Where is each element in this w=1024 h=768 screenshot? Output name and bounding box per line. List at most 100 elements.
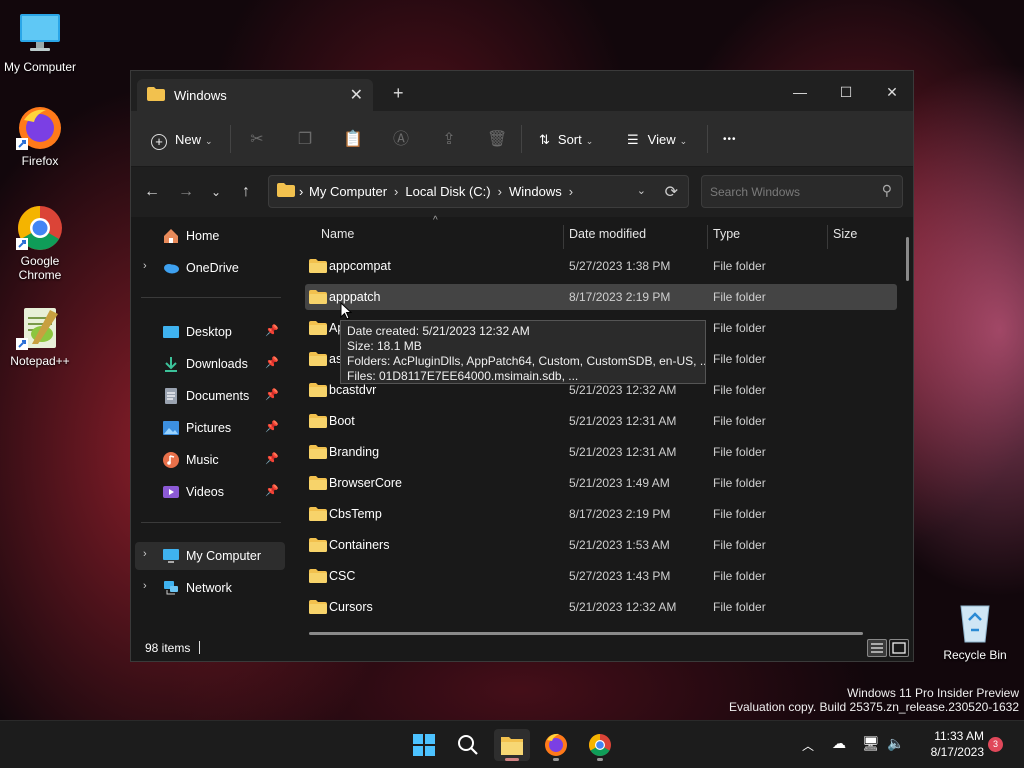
chrome-taskbar-button[interactable] <box>582 729 618 761</box>
sidebar-item-onedrive[interactable]: › OneDrive <box>135 254 285 282</box>
search-box[interactable]: ⚲ <box>701 175 903 208</box>
network-status-icon[interactable]: 🖥 <box>862 735 880 752</box>
tab-close-button[interactable]: ✕ <box>350 85 363 105</box>
share-icon[interactable]: ⇪ <box>439 130 459 150</box>
sidebar-item-home[interactable]: Home <box>135 222 285 250</box>
onedrive-offline-icon[interactable]: ☁ <box>832 735 846 752</box>
breadcrumb-chevron-icon[interactable]: › <box>299 184 303 199</box>
title-bar[interactable]: Windows ✕ + — ☐ ✕ <box>131 71 913 111</box>
breadcrumb-windows[interactable]: Windows <box>509 184 562 199</box>
file-type: File folder <box>713 476 766 490</box>
column-header-date-modified[interactable]: Date modified <box>569 227 646 241</box>
item-count: 98 items <box>145 641 191 655</box>
view-button[interactable]: ☰ View ⌄ <box>627 129 687 151</box>
breadcrumb-chevron-icon[interactable]: › <box>498 184 502 199</box>
tiles-view-icon[interactable] <box>889 639 909 657</box>
expand-chevron-icon[interactable]: › <box>143 548 147 560</box>
sidebar-item-label: Desktop <box>186 325 232 339</box>
minimize-button[interactable]: — <box>777 77 823 107</box>
file-row[interactable]: Cursors 5/21/2023 12:32 AM File folder <box>305 594 897 620</box>
column-divider[interactable] <box>563 225 564 249</box>
recent-locations-chevron-icon[interactable]: ⌄ <box>205 181 227 203</box>
file-date-modified: 5/21/2023 1:49 AM <box>569 476 670 490</box>
expand-chevron-icon[interactable]: › <box>143 260 147 272</box>
status-divider <box>199 641 200 654</box>
sidebar-item-music[interactable]: Music 📌 <box>135 446 285 474</box>
column-header-size[interactable]: Size <box>833 227 857 241</box>
pin-icon: 📌 <box>265 453 279 465</box>
search-icon[interactable]: ⚲ <box>882 182 892 199</box>
sidebar-item-my-computer[interactable]: › My Computer <box>135 542 285 570</box>
column-header-type[interactable]: Type <box>713 227 740 241</box>
column-header-name[interactable]: Name <box>321 227 354 241</box>
file-row[interactable]: Containers 5/21/2023 1:53 AM File folder <box>305 532 897 558</box>
document-icon <box>163 388 179 404</box>
refresh-icon[interactable]: ⟳ <box>665 182 678 202</box>
forward-arrow-icon[interactable]: → <box>175 181 197 203</box>
close-button[interactable]: ✕ <box>869 77 915 107</box>
column-divider[interactable] <box>707 225 708 249</box>
desktop-icon-recycle-bin[interactable]: Recycle Bin <box>935 598 1015 662</box>
start-button[interactable] <box>406 729 442 761</box>
desktop-icon-firefox[interactable]: Firefox <box>0 104 80 168</box>
file-name: Cursors <box>329 600 373 614</box>
file-row[interactable]: CSC 5/27/2023 1:43 PM File folder <box>305 563 897 589</box>
file-row[interactable]: appcompat 5/27/2023 1:38 PM File folder <box>305 253 897 279</box>
desktop-icon-notepadpp[interactable]: Notepad++ <box>0 304 80 368</box>
sidebar-item-network[interactable]: › Network <box>135 574 285 602</box>
sidebar-item-documents[interactable]: Documents 📌 <box>135 382 285 410</box>
search-taskbar-button[interactable] <box>450 729 486 761</box>
maximize-button[interactable]: ☐ <box>823 77 869 107</box>
address-dropdown-chevron-icon[interactable]: ⌄ <box>637 184 646 197</box>
breadcrumb-chevron-icon[interactable]: › <box>569 184 573 199</box>
sidebar-item-pictures[interactable]: Pictures 📌 <box>135 414 285 442</box>
sidebar-item-videos[interactable]: Videos 📌 <box>135 478 285 506</box>
file-date-modified: 5/27/2023 1:43 PM <box>569 569 671 583</box>
breadcrumb-my-computer[interactable]: My Computer <box>309 184 387 199</box>
folder-icon <box>147 87 165 104</box>
details-view-icon[interactable] <box>867 639 887 657</box>
watermark-line: Evaluation copy. Build 25375.zn_release.… <box>729 700 1019 714</box>
back-arrow-icon[interactable]: ← <box>141 181 163 203</box>
more-options-button[interactable]: ••• <box>723 129 737 151</box>
copy-icon[interactable]: ❐ <box>295 130 315 150</box>
file-row[interactable]: CbsTemp 8/17/2023 2:19 PM File folder <box>305 501 897 527</box>
folder-icon <box>309 352 327 369</box>
desktop-icon-my-computer[interactable]: My Computer <box>0 10 80 74</box>
new-tab-button[interactable]: + <box>393 83 404 104</box>
up-arrow-icon[interactable]: ↑ <box>235 181 257 203</box>
paste-icon[interactable]: 📋 <box>343 130 363 150</box>
address-bar[interactable]: › My Computer › Local Disk (C:) › Windows › ⌄… <box>268 175 689 208</box>
show-hidden-icons-chevron-icon[interactable]: ︿ <box>802 737 814 754</box>
file-row[interactable]: Boot 5/21/2023 12:31 AM File folder <box>305 408 897 434</box>
file-explorer-taskbar-button[interactable] <box>494 729 530 761</box>
file-row[interactable]: Branding 5/21/2023 12:31 AM File folder <box>305 439 897 465</box>
file-row[interactable]: apppatch 8/17/2023 2:19 PM File folder <box>305 284 897 310</box>
sidebar-item-downloads[interactable]: Downloads 📌 <box>135 350 285 378</box>
desktop-icon-chrome[interactable]: Google Chrome <box>0 204 80 282</box>
sort-button[interactable]: ⇅ Sort ⌄ <box>539 129 593 151</box>
clock[interactable]: 11:33 AM 8/17/2023 <box>910 728 984 760</box>
tab-windows[interactable]: Windows ✕ <box>137 79 373 111</box>
file-type: File folder <box>713 383 766 397</box>
breadcrumb-local-disk[interactable]: Local Disk (C:) <box>405 184 490 199</box>
folder-icon <box>309 569 327 586</box>
pin-icon: 📌 <box>265 325 279 337</box>
new-button[interactable]: + New ⌄ <box>151 129 213 151</box>
vertical-scrollbar[interactable] <box>906 237 909 281</box>
search-input[interactable] <box>703 177 863 206</box>
folder-icon <box>309 259 327 276</box>
volume-icon[interactable]: 🔈 <box>887 735 904 752</box>
expand-chevron-icon[interactable]: › <box>143 580 147 592</box>
desktop-icon-label: Recycle Bin <box>943 648 1007 662</box>
notification-badge[interactable]: 3 <box>988 737 1003 752</box>
sidebar-item-desktop[interactable]: Desktop 📌 <box>135 318 285 346</box>
cut-icon[interactable]: ✂ <box>247 130 267 150</box>
delete-icon[interactable]: 🗑 <box>487 130 507 150</box>
navigation-bar: ← → ⌄ ↑ › My Computer › Local Disk (C:) › Wi… <box>131 167 913 217</box>
breadcrumb-chevron-icon[interactable]: › <box>394 184 398 199</box>
column-divider[interactable] <box>827 225 828 249</box>
firefox-taskbar-button[interactable] <box>538 729 574 761</box>
rename-icon[interactable]: Ⓐ <box>391 130 411 150</box>
file-row[interactable]: BrowserCore 5/21/2023 1:49 AM File folder <box>305 470 897 496</box>
